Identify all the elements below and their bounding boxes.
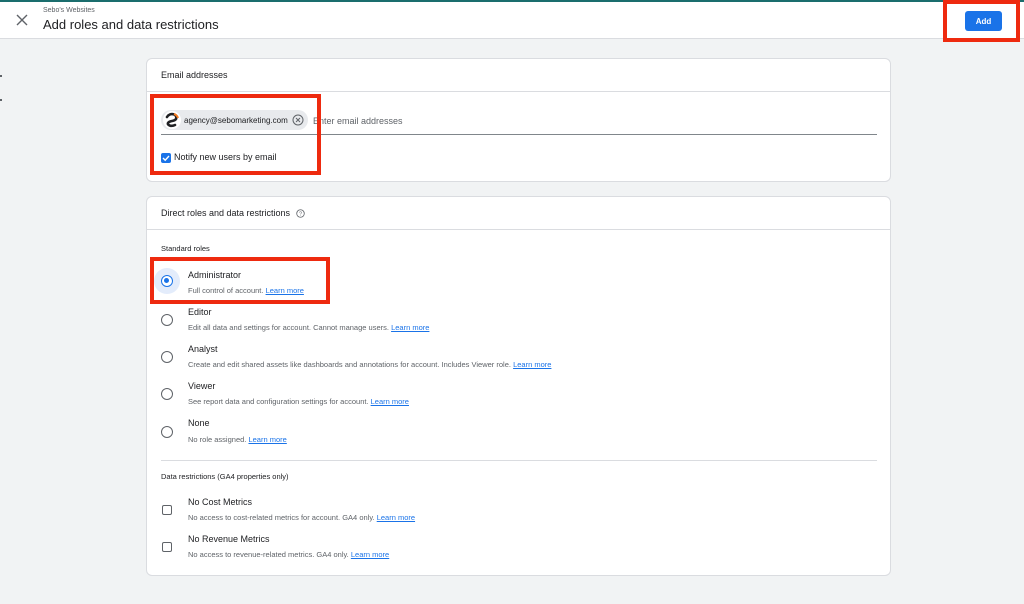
role-radio-analyst[interactable]	[161, 351, 173, 363]
breadcrumb: Sebo's Websites	[43, 7, 95, 14]
learn-more-link[interactable]: Learn more	[391, 323, 429, 332]
role-desc-text: Create and edit shared assets like dashb…	[188, 360, 511, 369]
roles-card-title-text: Direct roles and data restrictions	[161, 208, 291, 218]
role-desc-text: Edit all data and settings for account. …	[188, 323, 389, 332]
role-desc-text: See report data and configuration settin…	[188, 397, 369, 406]
learn-more-link[interactable]: Learn more	[351, 550, 389, 559]
role-desc-analyst: Create and edit shared assets like dashb…	[188, 360, 551, 369]
role-desc-editor: Edit all data and settings for account. …	[188, 323, 429, 332]
restriction-desc-text: No access to revenue-related metrics. GA…	[188, 550, 349, 559]
card-divider	[147, 91, 890, 92]
learn-more-link[interactable]: Learn more	[513, 360, 551, 369]
role-name-analyst: Analyst	[188, 344, 218, 354]
learn-more-link[interactable]: Learn more	[377, 513, 415, 522]
standard-roles-label: Standard roles	[161, 244, 210, 253]
no-revenue-metrics-checkbox[interactable]	[162, 542, 172, 552]
help-icon[interactable]: ?	[295, 209, 305, 218]
highlight-box-email	[150, 94, 321, 175]
close-icon[interactable]	[14, 12, 30, 28]
left-edge-mark	[0, 75, 2, 77]
role-radio-viewer[interactable]	[161, 388, 173, 400]
restriction-desc-cost: No access to cost-related metrics for ac…	[188, 513, 415, 522]
no-cost-metrics-checkbox[interactable]	[162, 505, 172, 515]
restriction-name-cost: No Cost Metrics	[188, 497, 253, 507]
role-name-editor: Editor	[188, 307, 212, 317]
role-radio-editor[interactable]	[161, 314, 173, 326]
page-title: Add roles and data restrictions	[43, 17, 219, 32]
roles-card: Direct roles and data restrictions ? Sta…	[146, 196, 891, 576]
learn-more-link[interactable]: Learn more	[248, 435, 286, 444]
restriction-desc-revenue: No access to revenue-related metrics. GA…	[188, 550, 389, 559]
highlight-box-add	[943, 0, 1020, 42]
svg-text:?: ?	[299, 212, 302, 218]
learn-more-link[interactable]: Learn more	[371, 397, 409, 406]
left-edge-mark	[0, 99, 2, 101]
email-card-title: Email addresses	[161, 70, 228, 80]
role-radio-none[interactable]	[161, 426, 173, 438]
role-desc-none: No role assigned. Learn more	[188, 435, 287, 444]
role-desc-text: No role assigned.	[188, 435, 247, 444]
role-name-none: None	[188, 418, 210, 428]
card-divider	[147, 229, 890, 230]
data-restrictions-label: Data restrictions (GA4 properties only)	[161, 472, 289, 481]
role-desc-viewer: See report data and configuration settin…	[188, 397, 409, 406]
restriction-name-revenue: No Revenue Metrics	[188, 534, 270, 544]
roles-card-title: Direct roles and data restrictions ?	[161, 208, 305, 218]
role-name-viewer: Viewer	[188, 381, 216, 391]
email-input[interactable]	[313, 114, 873, 128]
section-divider	[161, 460, 877, 461]
highlight-box-administrator	[150, 257, 330, 304]
page-header: Sebo's Websites Add roles and data restr…	[0, 2, 1024, 39]
restriction-desc-text: No access to cost-related metrics for ac…	[188, 513, 375, 522]
